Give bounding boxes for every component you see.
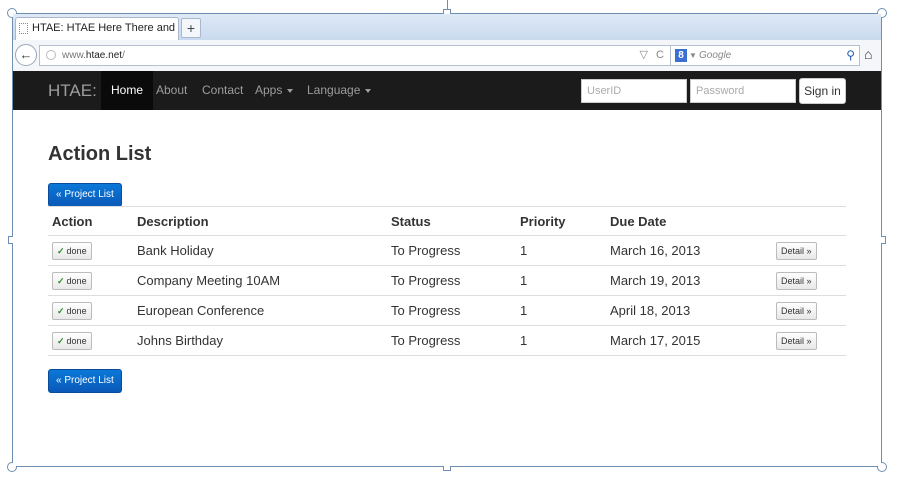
check-icon: ✓ — [57, 245, 65, 256]
nav-about[interactable]: About — [146, 71, 197, 110]
caret-down-icon — [365, 88, 372, 93]
search-engine-dropdown-icon[interactable]: ▼ — [689, 46, 697, 65]
page-title: Action List — [48, 143, 152, 165]
project-list-button-bottom[interactable]: « Project List — [48, 369, 122, 393]
row-description: Company Meeting 10AM — [133, 265, 387, 296]
url-suffix: / — [122, 50, 125, 61]
row-priority: 1 — [516, 325, 606, 356]
new-tab-button[interactable]: + — [181, 18, 201, 38]
globe-icon — [46, 50, 56, 60]
row-due-date: March 19, 2013 — [606, 265, 772, 296]
nav-home-label: Home — [111, 83, 144, 97]
table-row: ✓ done Company Meeting 10AM To Progress 1… — [48, 265, 846, 296]
page-content: Action List « Project List Action Descri… — [13, 110, 881, 466]
row-description: Johns Birthday — [133, 325, 387, 356]
sign-in-button[interactable]: Sign in — [799, 78, 846, 104]
column-header-details — [772, 206, 846, 236]
detail-button[interactable]: Detail » — [776, 301, 817, 320]
password-input[interactable] — [690, 79, 796, 103]
done-label: done — [66, 245, 87, 256]
browser-tab[interactable]: HTAE: HTAE Here There and Everywhere... — [15, 17, 179, 40]
nav-contact-label: Contact — [202, 83, 244, 97]
row-due-date: April 18, 2013 — [606, 295, 772, 326]
row-due-date: March 16, 2013 — [606, 235, 772, 266]
address-bar[interactable]: www.htae.net/ ▽ C — [39, 45, 671, 66]
search-bar[interactable]: 8 ▼ Google ⚲ — [670, 45, 860, 66]
nav-about-label: About — [156, 83, 188, 97]
action-list-table: Action Description Status Priority Due D… — [48, 206, 846, 356]
site-brand[interactable]: HTAE: — [48, 71, 97, 110]
userid-input[interactable] — [581, 79, 687, 103]
check-icon: ✓ — [57, 275, 65, 286]
nav-language-label: Language — [307, 83, 361, 97]
browser-tab-bar: HTAE: HTAE Here There and Everywhere... … — [13, 14, 881, 40]
table-header-row: Action Description Status Priority Due D… — [48, 206, 846, 236]
dropdown-arrow-icon[interactable]: ▽ — [640, 49, 648, 61]
nav-language-dropdown[interactable]: Language — [297, 71, 381, 110]
detail-button[interactable]: Detail » — [776, 241, 817, 260]
done-label: done — [66, 305, 87, 316]
rotation-handle-line — [447, 0, 448, 9]
column-header-description: Description — [133, 206, 387, 236]
nav-apps-label: Apps — [255, 83, 283, 97]
home-icon[interactable]: ⌂ — [864, 46, 872, 62]
browser-tab-title: HTAE: HTAE Here There and Everywhere... — [32, 22, 178, 34]
column-header-due-date: Due Date — [606, 206, 772, 236]
detail-button[interactable]: Detail » — [776, 271, 817, 290]
row-priority: 1 — [516, 295, 606, 326]
page-favicon-icon — [19, 23, 28, 34]
done-button[interactable]: ✓ done — [52, 241, 92, 260]
back-arrow-icon[interactable]: ← — [15, 44, 37, 66]
check-icon: ✓ — [57, 305, 65, 316]
browser-toolbar: ← www.htae.net/ ▽ C 8 ▼ Google ⚲ ⌂ — [13, 40, 881, 72]
row-description: Bank Holiday — [133, 235, 387, 266]
done-label: done — [66, 275, 87, 286]
table-row: ✓ done Bank Holiday To Progress 1 March 1… — [48, 235, 846, 266]
done-label: done — [66, 335, 87, 346]
detail-button[interactable]: Detail » — [776, 331, 817, 350]
google-logo-icon[interactable]: 8 — [675, 49, 687, 62]
done-button[interactable]: ✓ done — [52, 271, 92, 290]
reload-icon[interactable]: C — [656, 49, 664, 61]
site-navbar: HTAE: Home About Contact Apps Language S… — [13, 71, 881, 110]
url-prefix: www. — [62, 50, 86, 61]
row-status: To Progress — [387, 295, 516, 326]
nav-apps-dropdown[interactable]: Apps — [245, 71, 303, 110]
row-description: European Conference — [133, 295, 387, 326]
table-row: ✓ done European Conference To Progress 1 … — [48, 295, 846, 326]
column-header-priority: Priority — [516, 206, 606, 236]
url-domain: htae.net — [85, 50, 123, 61]
caret-down-icon — [287, 88, 294, 93]
row-due-date: March 17, 2015 — [606, 325, 772, 356]
column-header-status: Status — [387, 206, 516, 236]
check-icon: ✓ — [57, 335, 65, 346]
column-header-action: Action — [48, 206, 133, 236]
row-priority: 1 — [516, 235, 606, 266]
project-list-button-top[interactable]: « Project List — [48, 183, 122, 207]
row-status: To Progress — [387, 325, 516, 356]
row-priority: 1 — [516, 265, 606, 296]
magnifier-icon[interactable]: ⚲ — [846, 46, 855, 65]
done-button[interactable]: ✓ done — [52, 301, 92, 320]
done-button[interactable]: ✓ done — [52, 331, 92, 350]
table-row: ✓ done Johns Birthday To Progress 1 March… — [48, 325, 846, 356]
row-status: To Progress — [387, 235, 516, 266]
search-placeholder: Google — [699, 50, 732, 61]
row-status: To Progress — [387, 265, 516, 296]
